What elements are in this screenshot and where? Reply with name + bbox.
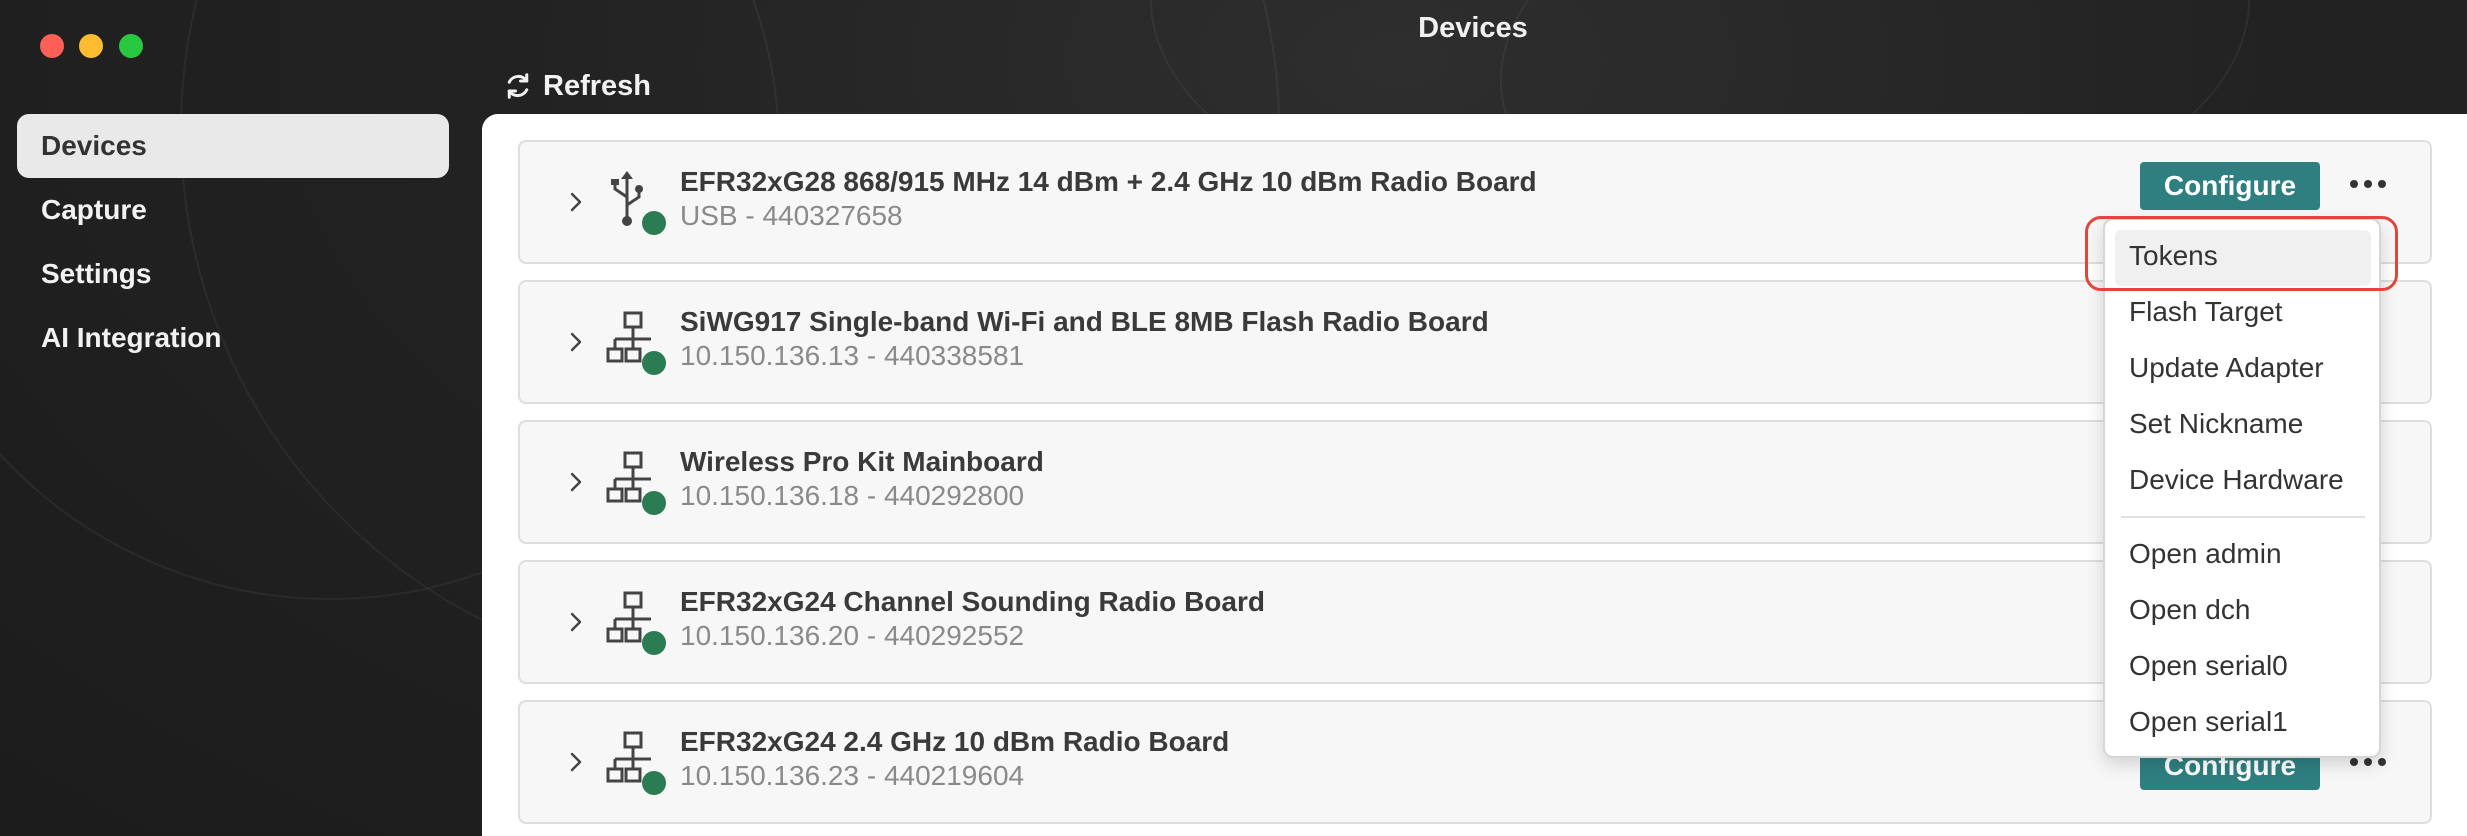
device-address: 10.150.136.20 - 440292552 [680, 620, 1025, 651]
sidebar-item-devices[interactable]: Devices [17, 114, 449, 178]
device-address: 10.150.136.23 - 440219604 [680, 760, 1025, 791]
sidebar-item-label: Devices [41, 130, 147, 161]
status-connected-dot [642, 211, 666, 235]
refresh-label: Refresh [543, 69, 651, 102]
device-name: EFR32xG28 868/915 MHz 14 dBm + 2.4 GHz 1… [680, 166, 1537, 197]
menu-item-device-hardware[interactable]: Device Hardware [2129, 464, 2344, 496]
menu-item-open-admin[interactable]: Open admin [2129, 538, 2282, 570]
device-address: 10.150.136.13 - 440338581 [680, 340, 1025, 371]
network-icon [605, 447, 666, 517]
more-options-icon[interactable] [2350, 170, 2386, 198]
sidebar-item-ai-integration[interactable]: AI Integration [17, 306, 449, 370]
refresh-button[interactable]: Refresh [503, 64, 651, 108]
chevron-right-icon[interactable] [564, 330, 588, 354]
configure-button[interactable]: Configure [2140, 162, 2320, 210]
sidebar-item-label: AI Integration [41, 322, 222, 353]
device-name: Wireless Pro Kit Mainboard [680, 446, 1044, 477]
sidebar-item-label: Capture [41, 194, 147, 225]
network-icon [605, 307, 666, 377]
sidebar-item-label: Settings [41, 258, 152, 289]
menu-item-open-dch[interactable]: Open dch [2129, 594, 2250, 626]
device-address: USB - 440327658 [680, 200, 903, 231]
network-icon [605, 587, 666, 657]
sidebar-item-settings[interactable]: Settings [17, 242, 449, 306]
device-context-menu: Tokens Flash Target Update Adapter Set N… [2103, 218, 2381, 758]
menu-item-open-serial1[interactable]: Open serial1 [2129, 706, 2288, 738]
sidebar-item-capture[interactable]: Capture [17, 178, 449, 242]
chevron-right-icon[interactable] [564, 610, 588, 634]
menu-item-open-serial0[interactable]: Open serial0 [2129, 650, 2288, 682]
status-connected-dot [642, 631, 666, 655]
menu-item-set-nickname[interactable]: Set Nickname [2129, 408, 2303, 440]
menu-separator [2121, 516, 2365, 518]
chevron-right-icon[interactable] [564, 190, 588, 214]
window-maximize-button[interactable] [119, 34, 143, 58]
window-close-button[interactable] [40, 34, 64, 58]
device-name: SiWG917 Single-band Wi-Fi and BLE 8MB Fl… [680, 306, 1489, 337]
refresh-icon [507, 73, 529, 99]
status-connected-dot [642, 351, 666, 375]
chevron-right-icon[interactable] [564, 470, 588, 494]
status-connected-dot [642, 491, 666, 515]
window-minimize-button[interactable] [79, 34, 103, 58]
device-name: EFR32xG24 2.4 GHz 10 dBm Radio Board [680, 726, 1230, 757]
menu-item-flash-target[interactable]: Flash Target [2129, 296, 2283, 328]
chevron-right-icon[interactable] [564, 750, 588, 774]
window-title: Devices [1418, 12, 1528, 44]
menu-item-update-adapter[interactable]: Update Adapter [2129, 352, 2324, 384]
device-address: 10.150.136.18 - 440292800 [680, 480, 1025, 511]
usb-icon [605, 167, 666, 237]
highlight-callout [2085, 216, 2398, 291]
network-icon [605, 727, 666, 797]
device-name: EFR32xG24 Channel Sounding Radio Board [680, 586, 1265, 617]
status-connected-dot [642, 771, 666, 795]
